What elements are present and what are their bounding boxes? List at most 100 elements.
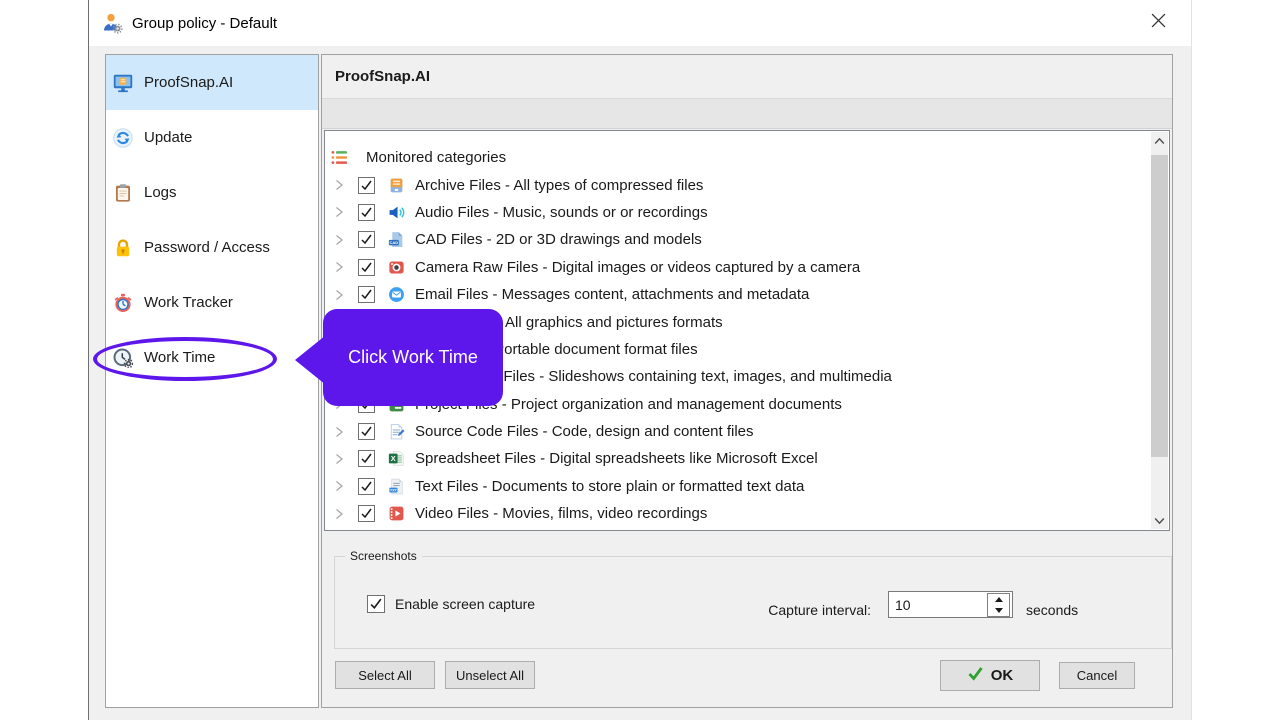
interval-unit-label: seconds: [1026, 602, 1079, 618]
clipboard-icon: [113, 183, 133, 203]
tree-row-label: Archive Files - All types of compressed …: [415, 176, 704, 194]
spinner-up-icon[interactable]: [988, 594, 1009, 605]
tree-root-label: Monitored categories: [366, 149, 507, 167]
chevron-right-icon[interactable]: [333, 178, 345, 192]
chevron-right-icon[interactable]: [333, 260, 345, 274]
tree-row-video[interactable]: Video Files - Movies, films, video recor…: [325, 500, 1150, 527]
sidebar-item-work-time[interactable]: Work Time: [106, 330, 318, 385]
header-divider-strip: [322, 99, 1172, 129]
chevron-right-icon[interactable]: [333, 425, 345, 439]
checkbox-checked[interactable]: [367, 595, 385, 613]
chevron-right-icon[interactable]: [333, 288, 345, 302]
tree-row-label: Camera Raw Files - Digital images or vid…: [415, 258, 861, 276]
checkbox-checked[interactable]: [358, 477, 375, 495]
camera-icon: [388, 259, 405, 276]
tree-row-label: Text Files - Documents to store plain or…: [415, 477, 805, 495]
spreadsheet-icon: X: [388, 450, 405, 467]
sidebar-item-label: Work Tracker: [144, 294, 233, 311]
enable-screen-capture-label: Enable screen capture: [395, 596, 536, 612]
svg-text:CAD: CAD: [389, 240, 398, 245]
tree-row-label: Email Files - Messages content, attachme…: [415, 286, 810, 304]
sidebar: ProofSnap.AI Update Logs Password / Acce…: [105, 54, 319, 708]
sidebar-item-label: Logs: [144, 184, 177, 201]
sidebar-item-update[interactable]: Update: [106, 110, 318, 165]
unselect-all-button[interactable]: Unselect All: [445, 661, 535, 689]
tree-row-camera-raw[interactable]: Camera Raw Files - Digital images or vid…: [325, 254, 1150, 281]
tree-row-audio[interactable]: Audio Files - Music, sounds or or record…: [325, 199, 1150, 226]
close-icon[interactable]: [1146, 8, 1170, 32]
checkbox-checked[interactable]: [358, 450, 375, 468]
chevron-right-icon[interactable]: [333, 205, 345, 219]
cad-icon: CAD: [388, 231, 405, 248]
tree-row-archive[interactable]: Archive Files - All types of compressed …: [325, 171, 1150, 198]
tree-row-text[interactable]: TXT Text Files - Documents to store plai…: [325, 473, 1150, 500]
sidebar-item-label: Password / Access: [144, 239, 270, 256]
ok-button-label: OK: [990, 667, 1014, 684]
svg-text:TXT: TXT: [390, 488, 398, 492]
window-title: Group policy - Default: [132, 14, 278, 32]
chevron-right-icon[interactable]: [333, 507, 345, 521]
tree-row-source-code[interactable]: Source Code Files - Code, design and con…: [325, 418, 1150, 445]
archive-icon: [388, 177, 405, 194]
screenshots-group: Screenshots Enable screen capture Captur…: [334, 549, 1172, 649]
monitor-icon: [113, 73, 133, 93]
ok-check-icon: [967, 666, 984, 685]
checkbox-checked[interactable]: [358, 423, 375, 441]
sidebar-item-label: ProofSnap.AI: [144, 74, 234, 91]
capture-interval-label: Capture interval:: [768, 602, 871, 618]
cancel-button[interactable]: Cancel: [1059, 662, 1135, 689]
tree-row-label: Audio Files - Music, sounds or or record…: [415, 203, 708, 221]
capture-interval-input[interactable]: [889, 592, 985, 617]
tree-row-label: Source Code Files - Code, design and con…: [415, 423, 754, 441]
checkbox-checked[interactable]: [358, 286, 375, 304]
sidebar-item-label: Update: [144, 129, 193, 146]
callout-text: Click Work Time: [348, 347, 478, 367]
tree-row-label: CAD Files - 2D or 3D drawings and models: [415, 231, 702, 249]
ok-button[interactable]: OK: [940, 660, 1040, 691]
tree-root-row: Monitored categories: [325, 144, 1150, 171]
scrollbar-thumb[interactable]: [1151, 155, 1168, 457]
capture-interval-field: [888, 591, 1013, 618]
text-file-icon: TXT: [388, 478, 405, 495]
enable-screen-capture[interactable]: Enable screen capture: [367, 595, 535, 613]
checkbox-checked[interactable]: [358, 176, 375, 194]
tree-row-spreadsheet[interactable]: X Spreadsheet Files - Digital spreadshee…: [325, 445, 1150, 472]
screenshots-group-legend: Screenshots: [345, 549, 422, 563]
checkbox-checked[interactable]: [358, 505, 375, 523]
checkbox-checked[interactable]: [358, 231, 375, 249]
chevron-right-icon[interactable]: [333, 479, 345, 493]
tree-row-cad[interactable]: CAD CAD Files - 2D or 3D drawings and mo…: [325, 226, 1150, 253]
panel-title: ProofSnap.AI: [322, 55, 1172, 99]
scroll-down-icon[interactable]: [1151, 512, 1168, 529]
chevron-right-icon[interactable]: [333, 452, 345, 466]
tree-row-label: Spreadsheet Files - Digital spreadsheets…: [415, 450, 818, 468]
checkbox-checked[interactable]: [358, 258, 375, 276]
email-icon: [388, 286, 405, 303]
clock-gear-icon: [113, 348, 134, 368]
scroll-up-icon[interactable]: [1151, 132, 1168, 149]
callout-arrow-icon: [295, 335, 326, 385]
sync-icon: [113, 127, 133, 148]
title-bar: Group policy - Default: [89, 0, 1191, 46]
chevron-right-icon[interactable]: [333, 233, 345, 247]
stopwatch-icon: [113, 293, 133, 313]
annotation-callout: Click Work Time: [323, 309, 503, 406]
source-code-icon: [388, 423, 405, 440]
sidebar-item-logs[interactable]: Logs: [106, 165, 318, 220]
sidebar-item-password-access[interactable]: Password / Access: [106, 220, 318, 275]
tree-row-label: Video Files - Movies, films, video recor…: [415, 505, 708, 523]
tree-row-email[interactable]: Email Files - Messages content, attachme…: [325, 281, 1150, 308]
sidebar-item-label: Work Time: [144, 349, 216, 366]
sidebar-item-proofsnap[interactable]: ProofSnap.AI: [106, 55, 318, 110]
audio-icon: [388, 204, 405, 221]
lock-icon: [113, 238, 133, 258]
svg-text:X: X: [391, 455, 396, 464]
categories-list-icon: [331, 149, 348, 166]
vertical-scrollbar[interactable]: [1151, 132, 1168, 529]
sidebar-item-work-tracker[interactable]: Work Tracker: [106, 275, 318, 330]
video-icon: [388, 505, 405, 522]
spinner-down-icon[interactable]: [988, 605, 1009, 616]
group-policy-user-icon: [101, 12, 123, 34]
checkbox-checked[interactable]: [358, 203, 375, 221]
select-all-button[interactable]: Select All: [335, 661, 435, 689]
